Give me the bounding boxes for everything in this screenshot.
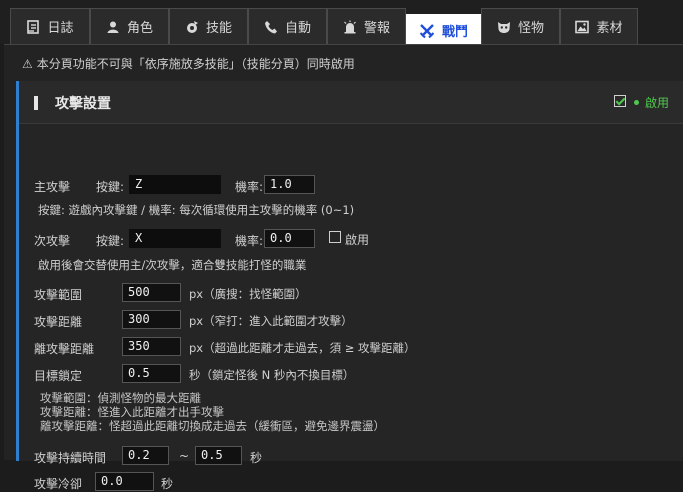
secondary-key-label: 按鍵:: [96, 234, 125, 248]
secondary-attack-label: 次攻擊: [34, 234, 71, 248]
primary-attack-label: 主攻擊: [34, 180, 71, 194]
combat-panel: ⚠ 本分頁功能不可與「依序施放多技能」（技能分頁）同時啟用 攻擊設置 啟用 主攻…: [4, 44, 683, 491]
warning-banner: ⚠ 本分頁功能不可與「依序施放多技能」（技能分頁）同時啟用: [22, 55, 355, 72]
primary-hint: 按鍵: 遊戲內攻擊鍵 / 機率: 每次循環使用主攻擊的機率 (0~1): [38, 203, 355, 217]
skill-icon: [185, 20, 199, 34]
tab-log[interactable]: 日誌: [10, 8, 90, 44]
phone-icon: [264, 20, 278, 34]
note-line: 離攻擊距離：怪超過此距離切換成走過去（緩衝區，避免邊界震盪）: [40, 419, 385, 433]
tab-label: 素材: [596, 21, 623, 36]
tab-label: 角色: [126, 21, 153, 36]
tab-label: 戰鬥: [441, 25, 468, 40]
warning-text: 本分頁功能不可與「依序施放多技能」（技能分頁）同時啟用: [36, 57, 355, 71]
tab-character[interactable]: 角色: [90, 8, 169, 44]
tab-bar: 日誌 角色 技能 自動 警報 戰鬥 怪物 素材: [0, 0, 683, 46]
tab-label: 自動: [284, 21, 311, 36]
tab-auto[interactable]: 自動: [248, 8, 327, 44]
attack-cooldown-label: 攻擊冷卻: [34, 477, 83, 491]
primary-key-input[interactable]: Z: [129, 175, 221, 194]
section-enable-checkbox[interactable]: [614, 95, 626, 107]
attack-range-hint: px（廣搜：找怪範圍）: [189, 287, 307, 301]
primary-rate-label: 機率:: [235, 180, 264, 194]
secondary-hint: 啟用後會交替使用主/次攻擊，適合雙技能打怪的職業: [38, 258, 307, 272]
leave-distance-label: 離攻擊距離: [34, 342, 95, 356]
warning-icon: ⚠: [22, 56, 33, 71]
target-lock-input[interactable]: 0.5: [122, 364, 181, 383]
attack-duration-separator: ~: [179, 449, 190, 463]
section-title: 攻擊設置: [55, 96, 111, 112]
header-bar-icon: [34, 96, 38, 110]
primary-key-label: 按鍵:: [96, 180, 125, 194]
crossed-swords-icon: [419, 23, 435, 39]
attack-distance-label: 攻擊距離: [34, 315, 83, 329]
alarm-icon: [343, 20, 357, 34]
tab-label: 怪物: [517, 21, 544, 36]
tab-alarm[interactable]: 警報: [327, 8, 406, 44]
leave-distance-input[interactable]: 350: [122, 337, 181, 356]
attack-range-label: 攻擊範圍: [34, 288, 83, 302]
monster-icon: [497, 20, 511, 34]
target-lock-hint: 秒（鎖定怪後 N 秒內不換目標）: [189, 368, 355, 382]
tab-label: 警報: [363, 21, 390, 36]
status-dot-icon: [634, 100, 639, 105]
tab-assets[interactable]: 素材: [560, 8, 638, 44]
attack-distance-input[interactable]: 300: [122, 310, 181, 329]
attack-cooldown-unit: 秒: [161, 477, 174, 491]
tab-label: 日誌: [47, 21, 74, 36]
tab-skills[interactable]: 技能: [169, 8, 248, 44]
secondary-enable-checkbox[interactable]: [329, 231, 341, 243]
attack-cooldown-input[interactable]: 0.0: [95, 472, 154, 491]
user-icon: [106, 20, 120, 34]
attack-duration-max-input[interactable]: 0.5: [195, 446, 242, 465]
attack-distance-hint: px（窄打：進入此範圍才攻擊）: [189, 314, 353, 328]
tab-combat[interactable]: 戰鬥: [406, 14, 481, 46]
image-icon: [575, 20, 590, 34]
tab-monsters[interactable]: 怪物: [481, 8, 560, 44]
attack-duration-label: 攻擊持續時間: [34, 451, 107, 465]
secondary-rate-label: 機率:: [235, 234, 264, 248]
secondary-key-input[interactable]: X: [129, 229, 221, 248]
attack-settings-section: 攻擊設置 啟用 主攻擊 按鍵: Z 機率: 1.0 按鍵: 遊戲內攻擊鍵 / 機…: [16, 81, 683, 491]
section-enable-label[interactable]: 啟用: [645, 94, 669, 111]
attack-duration-unit: 秒: [250, 451, 263, 465]
section-header: 攻擊設置 啟用: [19, 81, 683, 124]
leave-distance-hint: px（超過此距離才走過去，須 ≥ 攻擊距離）: [189, 341, 416, 355]
attack-duration-min-input[interactable]: 0.2: [122, 446, 169, 465]
attack-range-input[interactable]: 500: [122, 283, 181, 302]
target-lock-label: 目標鎖定: [34, 369, 83, 383]
tab-label: 技能: [205, 21, 232, 36]
primary-rate-input[interactable]: 1.0: [264, 175, 315, 194]
secondary-rate-input[interactable]: 0.0: [264, 229, 315, 248]
secondary-enable-label[interactable]: 啟用: [345, 231, 369, 248]
log-icon: [26, 19, 40, 34]
